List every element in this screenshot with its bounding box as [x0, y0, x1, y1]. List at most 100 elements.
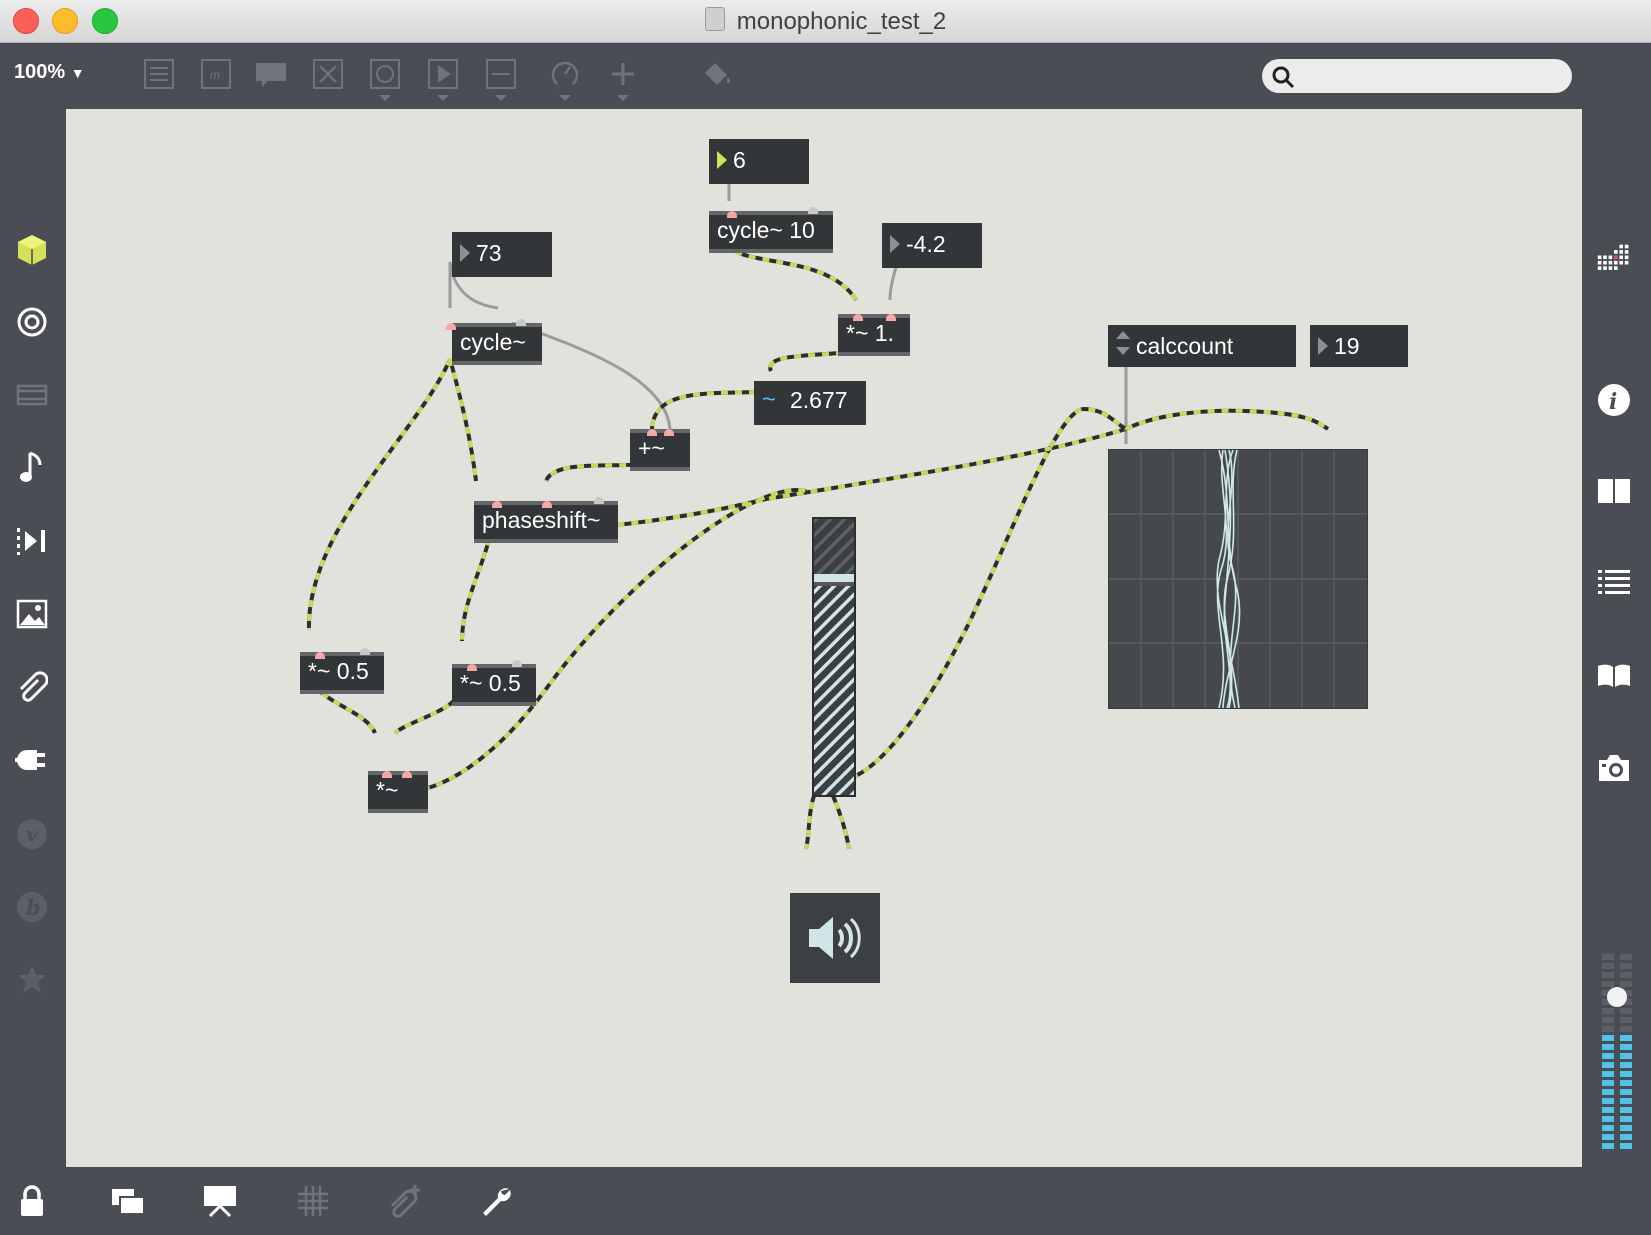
inlet[interactable]: [360, 648, 370, 655]
comment-icon[interactable]: [253, 57, 289, 91]
grid-icon[interactable]: [293, 1181, 333, 1221]
paint-bucket-icon[interactable]: [698, 57, 734, 91]
object-label: phaseshift~: [482, 507, 601, 533]
meter-segment: [1602, 1008, 1614, 1014]
number-box-6[interactable]: 6: [709, 139, 809, 184]
patcher-canvas[interactable]: 6 73 -4.2 cycle~ 10 cycle~ *~ 1. ~ 2.677…: [66, 109, 1582, 1167]
multiply-0-5-object-b[interactable]: *~ 0.5: [452, 664, 536, 706]
speaker-dac-button[interactable]: [790, 893, 880, 983]
multiply-0-5-object-a[interactable]: *~ 0.5: [300, 652, 384, 694]
svg-text:i: i: [1609, 389, 1617, 415]
volume-knob[interactable]: [1607, 987, 1627, 1007]
play-icon[interactable]: [425, 57, 461, 101]
inlet[interactable]: [315, 652, 325, 659]
inlet[interactable]: [512, 660, 522, 667]
inlet[interactable]: [492, 501, 502, 508]
inlet[interactable]: [402, 771, 412, 778]
left-sidebar: v b: [0, 109, 66, 1167]
meter-segment: [1620, 1116, 1632, 1122]
search-box[interactable]: [1262, 59, 1572, 93]
meter-segment: [1620, 1071, 1632, 1077]
attrui-calccount[interactable]: calccount: [1108, 325, 1296, 367]
object-box-icon[interactable]: [141, 57, 177, 91]
title-bar: monophonic_test_2: [0, 0, 1651, 43]
cycle-object[interactable]: cycle~: [452, 323, 542, 365]
inlet[interactable]: [647, 429, 657, 436]
dial-icon[interactable]: [547, 57, 583, 101]
signal-value: 2.677: [790, 387, 848, 413]
presentation-icon[interactable]: [200, 1181, 240, 1221]
svg-text:m: m: [210, 68, 220, 82]
object-label: *~ 1.: [846, 320, 894, 346]
meter-segment: [1620, 1044, 1632, 1050]
meter-segment: [1620, 1143, 1632, 1149]
paperclip-add-icon[interactable]: [385, 1181, 425, 1221]
inlet[interactable]: [516, 319, 526, 326]
master-volume-meter[interactable]: [1598, 942, 1636, 1152]
inlet[interactable]: [446, 323, 456, 330]
inlet[interactable]: [808, 207, 818, 214]
meter-segment: [1602, 1143, 1614, 1149]
inlet[interactable]: [594, 497, 604, 504]
meter-segment: [1620, 1125, 1632, 1131]
target-icon[interactable]: [14, 304, 50, 340]
book-icon[interactable]: [1596, 658, 1632, 694]
lock-icon[interactable]: [12, 1181, 52, 1221]
slider-empty-track: [814, 519, 854, 574]
number-box-neg4-2[interactable]: -4.2: [882, 223, 982, 268]
up-arrow-icon: [1116, 331, 1130, 339]
camera-icon[interactable]: [1596, 750, 1632, 786]
toggle-icon[interactable]: [310, 57, 346, 91]
list-icon[interactable]: [1596, 565, 1632, 601]
bandcamp-icon[interactable]: b: [14, 889, 50, 925]
down-arrow-icon: [1116, 347, 1130, 355]
object-label: cycle~: [460, 329, 526, 355]
wrench-icon[interactable]: [477, 1181, 517, 1221]
multiply-1-object[interactable]: *~ 1.: [838, 314, 910, 356]
meter-segment: [1602, 1107, 1614, 1113]
message-box-icon[interactable]: m: [198, 57, 234, 91]
attr-name: calccount: [1136, 333, 1234, 359]
inlet[interactable]: [542, 501, 552, 508]
meter-segment: [1602, 1035, 1614, 1041]
star-icon[interactable]: [14, 961, 50, 997]
meter-segment: [1620, 1134, 1632, 1140]
cube-icon[interactable]: [14, 232, 50, 268]
multiply-signal-object[interactable]: *~: [368, 771, 428, 813]
signal-number-box[interactable]: ~ 2.677: [754, 381, 866, 425]
inlet[interactable]: [853, 314, 863, 321]
inlet[interactable]: [727, 211, 737, 218]
step-play-icon[interactable]: [14, 523, 50, 559]
vimeo-icon[interactable]: v: [14, 816, 50, 852]
windows-icon[interactable]: [108, 1181, 148, 1221]
inlet[interactable]: [886, 314, 896, 321]
paperclip-icon[interactable]: [14, 669, 50, 705]
meter-segment: [1620, 1035, 1632, 1041]
attrui-value[interactable]: 19: [1310, 325, 1408, 367]
grid-icon[interactable]: [1596, 242, 1632, 278]
music-note-icon[interactable]: [14, 450, 50, 486]
meter-segment: [1602, 1026, 1614, 1032]
image-icon[interactable]: [14, 596, 50, 632]
search-input[interactable]: [1302, 63, 1566, 91]
gain-slider[interactable]: [812, 517, 856, 797]
meter-segment: [1620, 1008, 1632, 1014]
split-view-icon[interactable]: [1596, 473, 1632, 509]
info-icon[interactable]: i: [1596, 382, 1632, 418]
inlet[interactable]: [467, 664, 477, 671]
meter-segment: [1620, 1098, 1632, 1104]
button-icon[interactable]: [367, 57, 403, 101]
inlet[interactable]: [664, 429, 674, 436]
meter-segment: [1602, 954, 1614, 960]
meter-segment: [1602, 981, 1614, 987]
slider-icon[interactable]: [483, 57, 519, 101]
attr-value: 19: [1334, 333, 1360, 359]
plus-icon[interactable]: [605, 57, 641, 101]
number-box-73[interactable]: 73: [452, 232, 552, 277]
slider-knob[interactable]: [814, 574, 854, 582]
plug-icon[interactable]: [14, 742, 50, 778]
filmstrip-icon[interactable]: [14, 377, 50, 413]
zoom-menu[interactable]: 100% ▼: [14, 61, 85, 84]
plus-signal-object[interactable]: +~: [630, 429, 690, 471]
inlet[interactable]: [382, 771, 392, 778]
